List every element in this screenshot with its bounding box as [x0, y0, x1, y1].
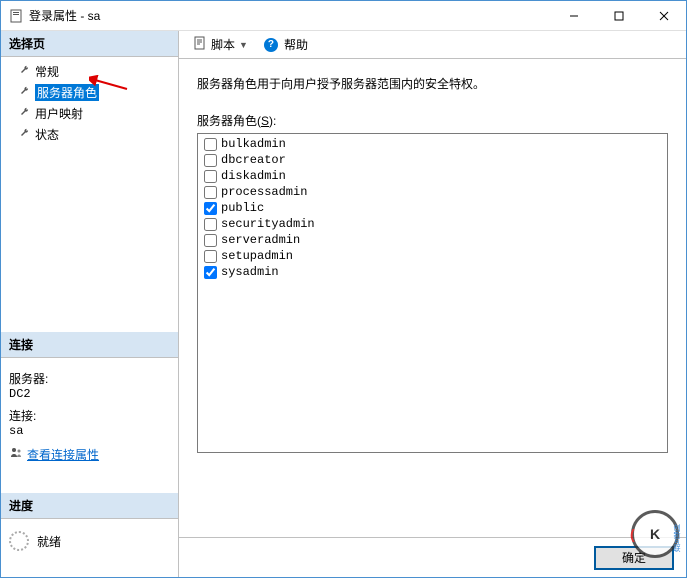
role-name: securityadmin	[221, 217, 315, 231]
script-icon	[193, 36, 207, 53]
conn-label: 连接:	[9, 407, 170, 424]
connection-section: 服务器: DC2 连接: sa 查看连接属性	[1, 358, 178, 473]
script-dropdown[interactable]: 脚本 ▼	[187, 34, 254, 55]
role-name: serveradmin	[221, 233, 300, 247]
window-title: 登录属性 - sa	[29, 7, 551, 24]
conn-value: sa	[9, 424, 170, 438]
nav-label: 状态	[35, 126, 59, 143]
progress-header: 进度	[1, 493, 178, 519]
role-checkbox[interactable]	[204, 202, 217, 215]
role-name: dbcreator	[221, 153, 286, 167]
role-row[interactable]: public	[200, 200, 665, 216]
nav-item-user-mapping[interactable]: 用户映射	[1, 103, 178, 124]
wrench-icon	[19, 64, 31, 79]
maximize-button[interactable]	[596, 1, 641, 30]
role-checkbox[interactable]	[204, 234, 217, 247]
wrench-icon	[19, 85, 31, 100]
role-name: public	[221, 201, 264, 215]
role-checkbox[interactable]	[204, 250, 217, 263]
server-label: 服务器:	[9, 370, 170, 387]
server-roles-list[interactable]: bulkadmin dbcreator diskadmin processadmin p…	[197, 133, 668, 453]
role-row[interactable]: processadmin	[200, 184, 665, 200]
role-name: processadmin	[221, 185, 307, 199]
role-checkbox[interactable]	[204, 154, 217, 167]
nav-item-status[interactable]: 状态	[1, 124, 178, 145]
progress-status: 就绪	[37, 533, 61, 550]
dialog-footer: 确定	[179, 537, 686, 577]
minimize-button[interactable]	[551, 1, 596, 30]
role-checkbox[interactable]	[204, 218, 217, 231]
main-panel: 脚本 ▼ ? 帮助 服务器角色用于向用户授予服务器范围内的安全特权。 服务器角色…	[179, 31, 686, 577]
help-icon: ?	[264, 38, 278, 52]
role-name: setupadmin	[221, 249, 293, 263]
role-row[interactable]: securityadmin	[200, 216, 665, 232]
role-name: diskadmin	[221, 169, 286, 183]
nav-label: 用户映射	[35, 105, 83, 122]
select-page-header: 选择页	[1, 31, 178, 57]
nav-list: 常规 服务器角色 用户映射 状态	[1, 57, 178, 149]
role-row[interactable]: dbcreator	[200, 152, 665, 168]
nav-item-server-roles[interactable]: 服务器角色	[1, 82, 178, 103]
ok-button[interactable]: 确定	[594, 546, 674, 570]
toolbar: 脚本 ▼ ? 帮助	[179, 31, 686, 59]
connection-header: 连接	[1, 332, 178, 358]
role-row[interactable]: setupadmin	[200, 248, 665, 264]
wrench-icon	[19, 106, 31, 121]
role-row[interactable]: sysadmin	[200, 264, 665, 280]
titlebar: 登录属性 - sa	[1, 1, 686, 31]
description-text: 服务器角色用于向用户授予服务器范围内的安全特权。	[197, 75, 668, 92]
role-name: bulkadmin	[221, 137, 286, 151]
chevron-down-icon: ▼	[239, 40, 248, 50]
close-button[interactable]	[641, 1, 686, 30]
help-label: 帮助	[284, 36, 308, 53]
nav-label: 服务器角色	[35, 84, 99, 101]
nav-item-general[interactable]: 常规	[1, 61, 178, 82]
server-value: DC2	[9, 387, 170, 401]
role-checkbox[interactable]	[204, 170, 217, 183]
progress-section: 就绪	[1, 519, 178, 557]
role-checkbox[interactable]	[204, 186, 217, 199]
people-icon	[9, 446, 23, 463]
role-row[interactable]: diskadmin	[200, 168, 665, 184]
help-button[interactable]: ? 帮助	[258, 34, 314, 55]
role-row[interactable]: serveradmin	[200, 232, 665, 248]
app-icon	[9, 9, 23, 23]
nav-label: 常规	[35, 63, 59, 80]
roles-list-label: 服务器角色(S):	[197, 112, 668, 129]
role-row[interactable]: bulkadmin	[200, 136, 665, 152]
spinner-icon	[9, 531, 29, 551]
role-checkbox[interactable]	[204, 266, 217, 279]
wrench-icon	[19, 127, 31, 142]
view-connection-properties-link[interactable]: 查看连接属性	[27, 446, 99, 463]
role-name: sysadmin	[221, 265, 279, 279]
role-checkbox[interactable]	[204, 138, 217, 151]
script-label: 脚本	[211, 36, 235, 53]
sidebar: 选择页 常规 服务器角色 用户映射 状态	[1, 31, 179, 577]
